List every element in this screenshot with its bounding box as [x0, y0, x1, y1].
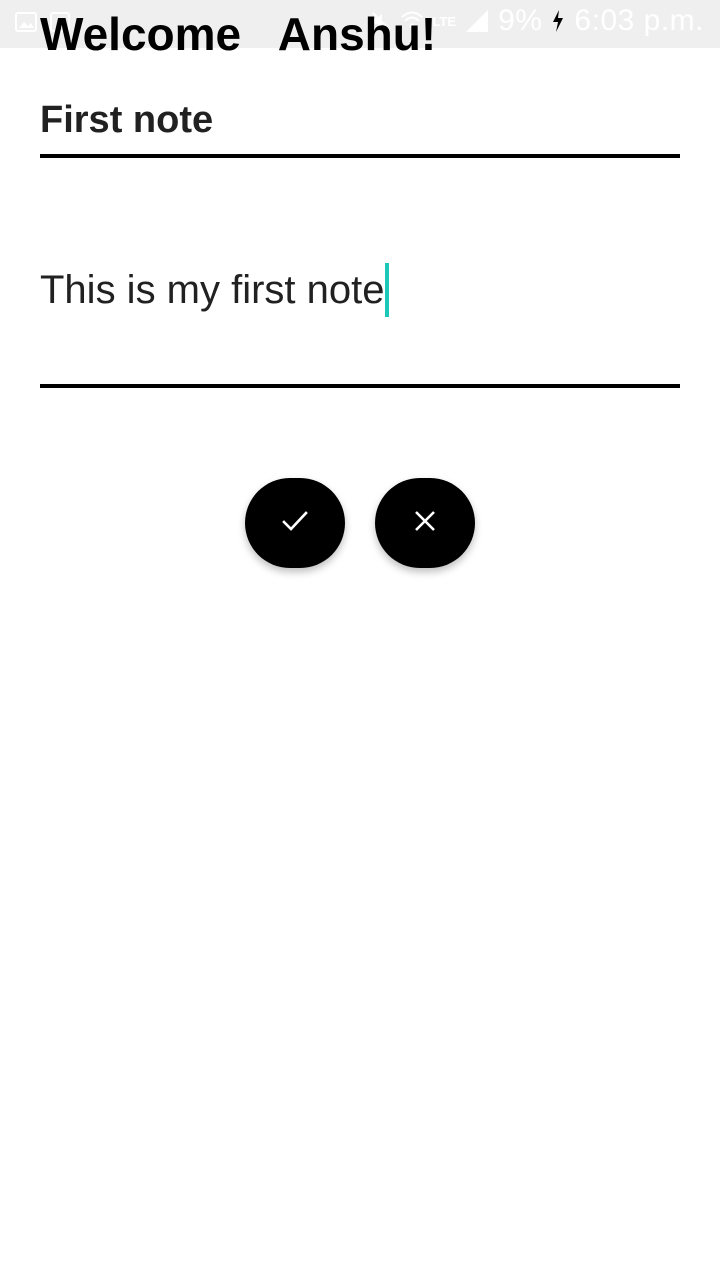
note-editor-screen: LTE 9% 6:03 p.m. Welcome Anshu! First no…	[0, 0, 720, 1280]
note-body-text: This is my first note	[40, 268, 385, 312]
gallery-icon	[14, 10, 38, 34]
signal-icon	[464, 8, 490, 34]
welcome-heading: Welcome Anshu!	[40, 8, 437, 60]
note-body-input[interactable]: This is my first note	[40, 258, 680, 388]
close-icon	[412, 508, 438, 539]
text-cursor	[384, 263, 389, 317]
save-note-button[interactable]	[245, 478, 345, 568]
note-title-input[interactable]: First note	[40, 96, 680, 158]
status-time: 6:03 p.m.	[574, 4, 704, 37]
battery-percent: 9%	[498, 4, 543, 37]
charging-icon	[550, 8, 566, 34]
check-icon	[281, 507, 309, 540]
cancel-note-button[interactable]	[375, 478, 475, 568]
